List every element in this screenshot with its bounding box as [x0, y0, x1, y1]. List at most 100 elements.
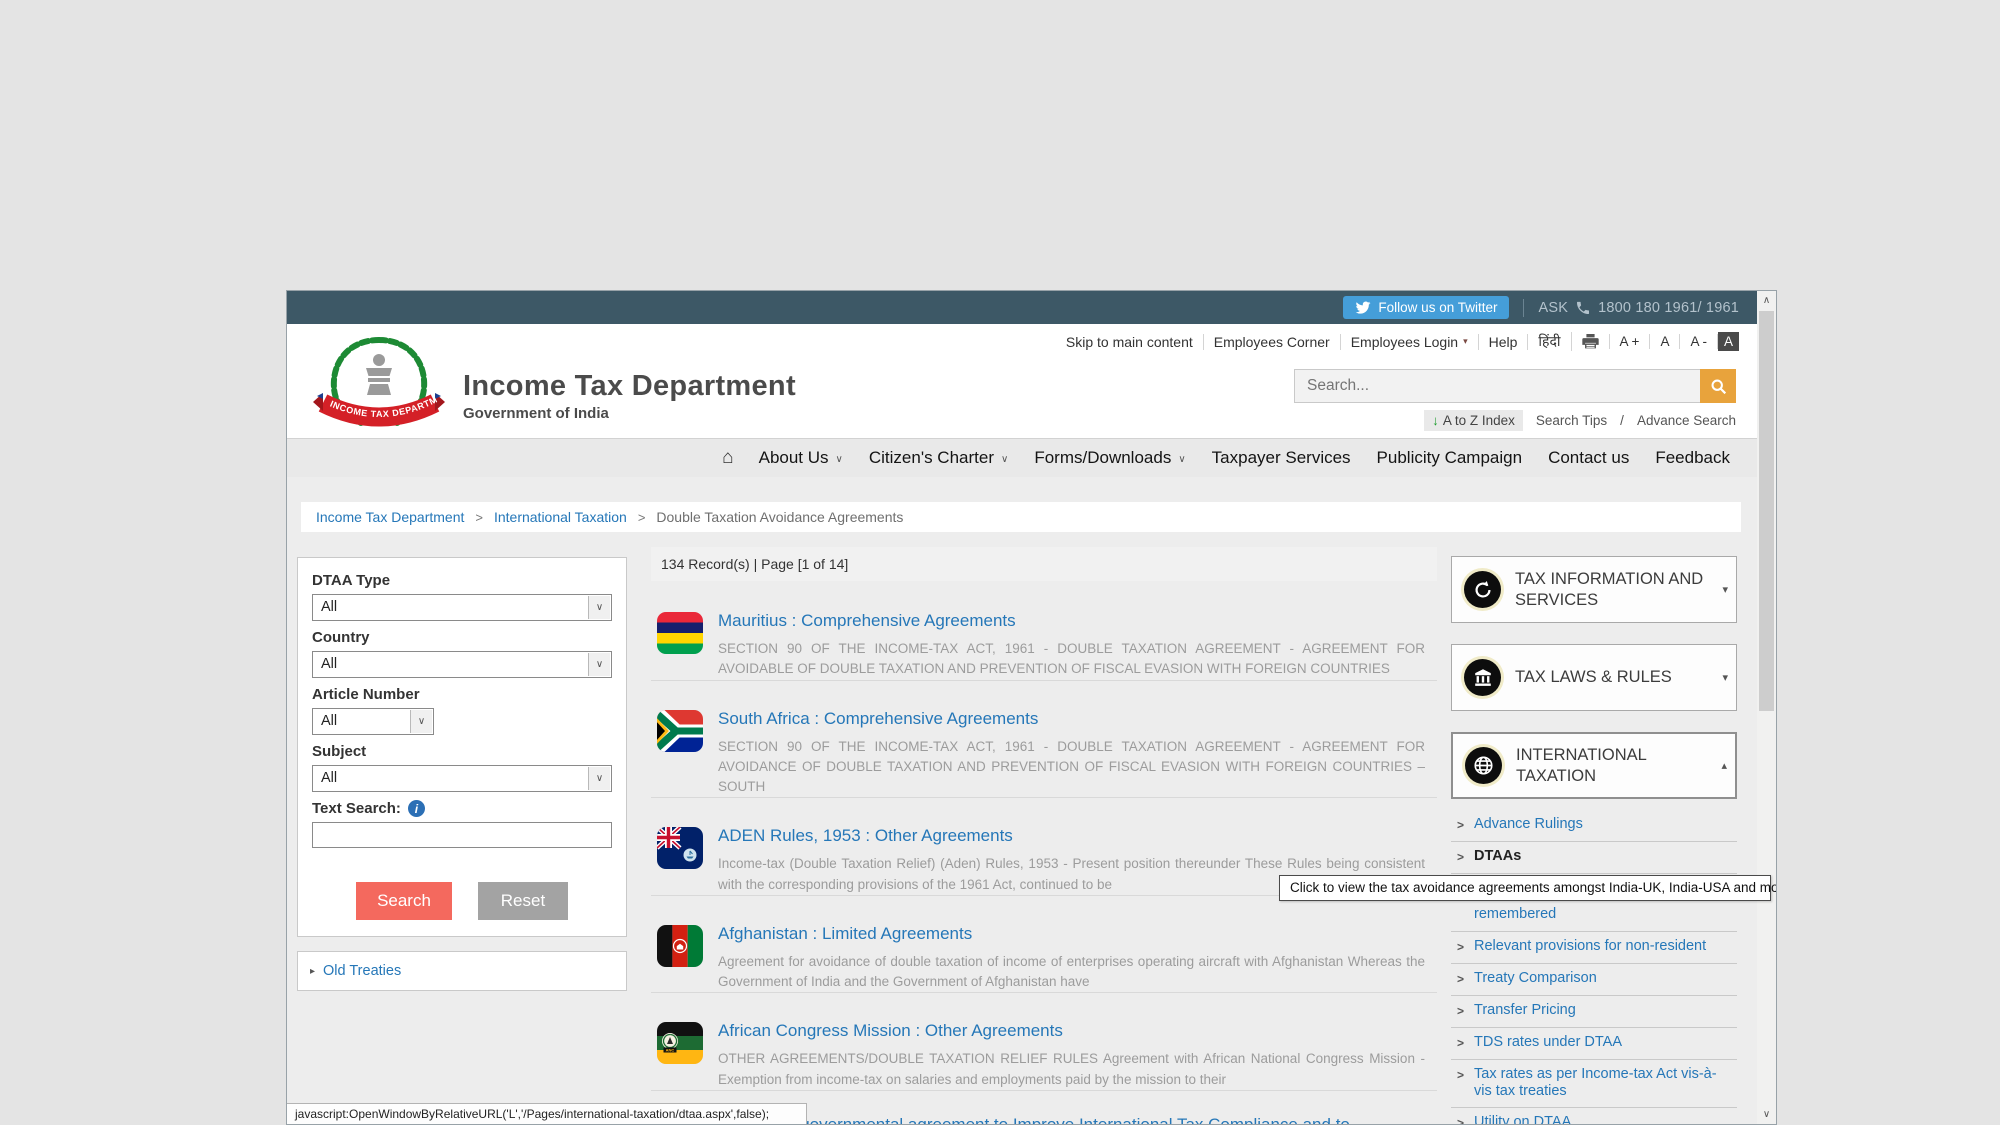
accordion-panel[interactable]: INTERNATIONAL TAXATION ▴: [1451, 732, 1737, 799]
vertical-scrollbar[interactable]: ∧ ∨: [1757, 291, 1776, 1124]
chevron-down-icon: ∨: [588, 767, 610, 790]
nav-item[interactable]: Contact us: [1535, 448, 1642, 468]
accordion-caret-icon: ▾: [1722, 671, 1728, 684]
text-search-input[interactable]: [312, 822, 612, 848]
result-title-link[interactable]: USA : Intergovernmental agreement to Imp…: [718, 1115, 1350, 1125]
dtaa-filter-panel: DTAA Type All ∨ Country All ∨ Article Nu…: [297, 557, 627, 937]
accordion-panel[interactable]: TAX LAWS & RULES ▾: [1451, 644, 1737, 711]
dtaa-tooltip: Click to view the tax avoidance agreemen…: [1279, 875, 1771, 901]
search-input[interactable]: [1294, 369, 1700, 403]
right-arrow-icon: >: [1457, 817, 1464, 834]
results-list: Mauritius : Comprehensive Agreements SEC…: [651, 583, 1437, 1125]
sidebar-link-item[interactable]: > TDS rates under DTAA: [1451, 1028, 1737, 1060]
nav-item[interactable]: Publicity Campaign: [1364, 448, 1536, 468]
chevron-down-icon: ∨: [836, 454, 843, 465]
old-treaties-box: ▸ Old Treaties: [297, 951, 627, 991]
result-title-link[interactable]: ADEN Rules, 1953 : Other Agreements: [718, 826, 1013, 845]
high-contrast-button[interactable]: A: [1718, 332, 1739, 351]
follow-twitter-button[interactable]: Follow us on Twitter: [1343, 296, 1509, 319]
helpline: ASK 1800 180 1961/ 1961: [1538, 300, 1739, 316]
help-link[interactable]: Help: [1479, 334, 1529, 350]
home-icon[interactable]: ⌂: [710, 447, 745, 469]
search-icon: [1710, 378, 1727, 395]
filter-search-button[interactable]: Search: [356, 882, 452, 920]
result-title-link[interactable]: Afghanistan : Limited Agreements: [718, 924, 972, 943]
filter-sidebar: DTAA Type All ∨ Country All ∨ Article Nu…: [297, 547, 627, 991]
helpline-number: 1800 180 1961/ 1961: [1598, 300, 1739, 316]
list-item: Mauritius : Comprehensive Agreements SEC…: [651, 583, 1437, 681]
international-taxation-icon: [1465, 747, 1502, 784]
article-number-select[interactable]: All ∨: [312, 708, 434, 735]
results-column: 134 Record(s) | Page [1 of 14] Mauritius…: [651, 547, 1437, 1125]
result-title-link[interactable]: African Congress Mission : Other Agreeme…: [718, 1021, 1063, 1040]
font-decrease-button[interactable]: A -: [1680, 334, 1718, 349]
topbar-divider: [1523, 299, 1524, 317]
chevron-down-icon: ▾: [1463, 336, 1468, 347]
right-arrow-icon: >: [1457, 971, 1464, 988]
breadcrumb-item: International Taxation >: [494, 509, 656, 525]
article-number-label: Article Number: [312, 686, 612, 703]
scrollbar-thumb[interactable]: [1759, 311, 1774, 711]
ask-label: ASK: [1538, 300, 1568, 316]
sidebar-panels: TAX INFORMATION AND SERVICES ▾ TAX LAWS …: [1451, 556, 1737, 799]
site-subtitle: Government of India: [463, 405, 796, 422]
breadcrumb-separator: >: [475, 510, 483, 525]
meta-slash: /: [1620, 413, 1624, 428]
sidebar-link-item[interactable]: > DTAAs: [1451, 842, 1737, 874]
down-arrow-icon: ↓: [1432, 413, 1439, 428]
nav-item[interactable]: Forms/Downloads ∨: [1021, 448, 1198, 468]
hindi-language-link[interactable]: हिंदी: [1528, 332, 1571, 351]
phone-icon: [1575, 300, 1591, 316]
print-button[interactable]: [1572, 334, 1610, 349]
search-submit-button[interactable]: [1700, 369, 1736, 403]
international-taxation-links: > Advance Rulings > DTAAs > remembered >: [1451, 810, 1737, 1125]
breadcrumb-item: Double Taxation Avoidance Agreements: [656, 509, 903, 525]
utility-links: Skip to main content Employees Corner Em…: [1056, 332, 1739, 351]
result-description: SECTION 90 OF THE INCOME-TAX ACT, 1961 -…: [718, 737, 1425, 798]
accordion-panel[interactable]: TAX INFORMATION AND SERVICES ▾: [1451, 556, 1737, 623]
list-item: South Africa : Comprehensive Agreements …: [651, 681, 1437, 799]
scroll-up-icon[interactable]: ∧: [1757, 295, 1776, 306]
nav-item[interactable]: Taxpayer Services: [1199, 448, 1364, 468]
advance-search-link[interactable]: Advance Search: [1637, 413, 1736, 428]
list-item: ANC African Congress Mission : Other Agr…: [651, 993, 1437, 1091]
country-select[interactable]: All ∨: [312, 651, 612, 678]
sidebar-link-item[interactable]: > Utility on DTAA: [1451, 1108, 1737, 1125]
font-increase-button[interactable]: A +: [1610, 334, 1651, 349]
top-bar: Follow us on Twitter ASK 1800 180 1961/ …: [287, 291, 1757, 324]
sidebar-link-item[interactable]: > Advance Rulings: [1451, 810, 1737, 842]
site-title-block: Income Tax Department Government of Indi…: [463, 370, 796, 422]
employees-corner-link[interactable]: Employees Corner: [1204, 334, 1341, 350]
country-flag-icon: [657, 827, 703, 869]
filter-reset-button[interactable]: Reset: [478, 882, 568, 920]
accordion-caret-icon: ▾: [1722, 583, 1728, 596]
result-title-link[interactable]: South Africa : Comprehensive Agreements: [718, 709, 1038, 728]
income-tax-department-logo: INCOME TAX DEPARTMENT: [309, 326, 449, 438]
link-status-bar: javascript:OpenWindowByRelativeURL('L','…: [287, 1103, 807, 1124]
nav-item[interactable]: Feedback: [1642, 448, 1743, 468]
sidebar-link-item[interactable]: > Relevant provisions for non-resident: [1451, 932, 1737, 964]
result-title-link[interactable]: Mauritius : Comprehensive Agreements: [718, 611, 1016, 630]
sidebar-link-item[interactable]: > Tax rates as per Income-tax Act vis-à-…: [1451, 1060, 1737, 1108]
a-to-z-index-link[interactable]: ↓A to Z Index: [1424, 410, 1523, 431]
country-flag-icon: ANC: [657, 1022, 703, 1064]
scroll-down-icon[interactable]: ∨: [1757, 1109, 1776, 1120]
employees-login-menu[interactable]: Employees Login▾: [1341, 334, 1479, 350]
nav-item[interactable]: About Us ∨: [746, 448, 856, 468]
subject-select[interactable]: All ∨: [312, 765, 612, 792]
sidebar-link-item[interactable]: > Transfer Pricing: [1451, 996, 1737, 1028]
skip-to-main-content-link[interactable]: Skip to main content: [1056, 334, 1204, 350]
sidebar-link-item[interactable]: > Treaty Comparison: [1451, 964, 1737, 996]
right-sidebar: TAX INFORMATION AND SERVICES ▾ TAX LAWS …: [1451, 547, 1737, 1125]
chevron-down-icon: ∨: [1178, 454, 1185, 465]
subject-label: Subject: [312, 743, 612, 760]
nav-items: About Us ∨ Citizen's Charter ∨ Forms/Dow…: [746, 448, 1743, 468]
font-normal-button[interactable]: A: [1650, 334, 1680, 349]
right-arrow-icon: >: [1457, 849, 1464, 866]
info-icon[interactable]: i: [408, 800, 425, 817]
old-treaties-link[interactable]: Old Treaties: [323, 963, 401, 979]
nav-item[interactable]: Citizen's Charter ∨: [856, 448, 1021, 468]
right-arrow-icon: >: [1457, 1003, 1464, 1020]
search-tips-link[interactable]: Search Tips: [1536, 413, 1607, 428]
dtaa-type-select[interactable]: All ∨: [312, 594, 612, 621]
